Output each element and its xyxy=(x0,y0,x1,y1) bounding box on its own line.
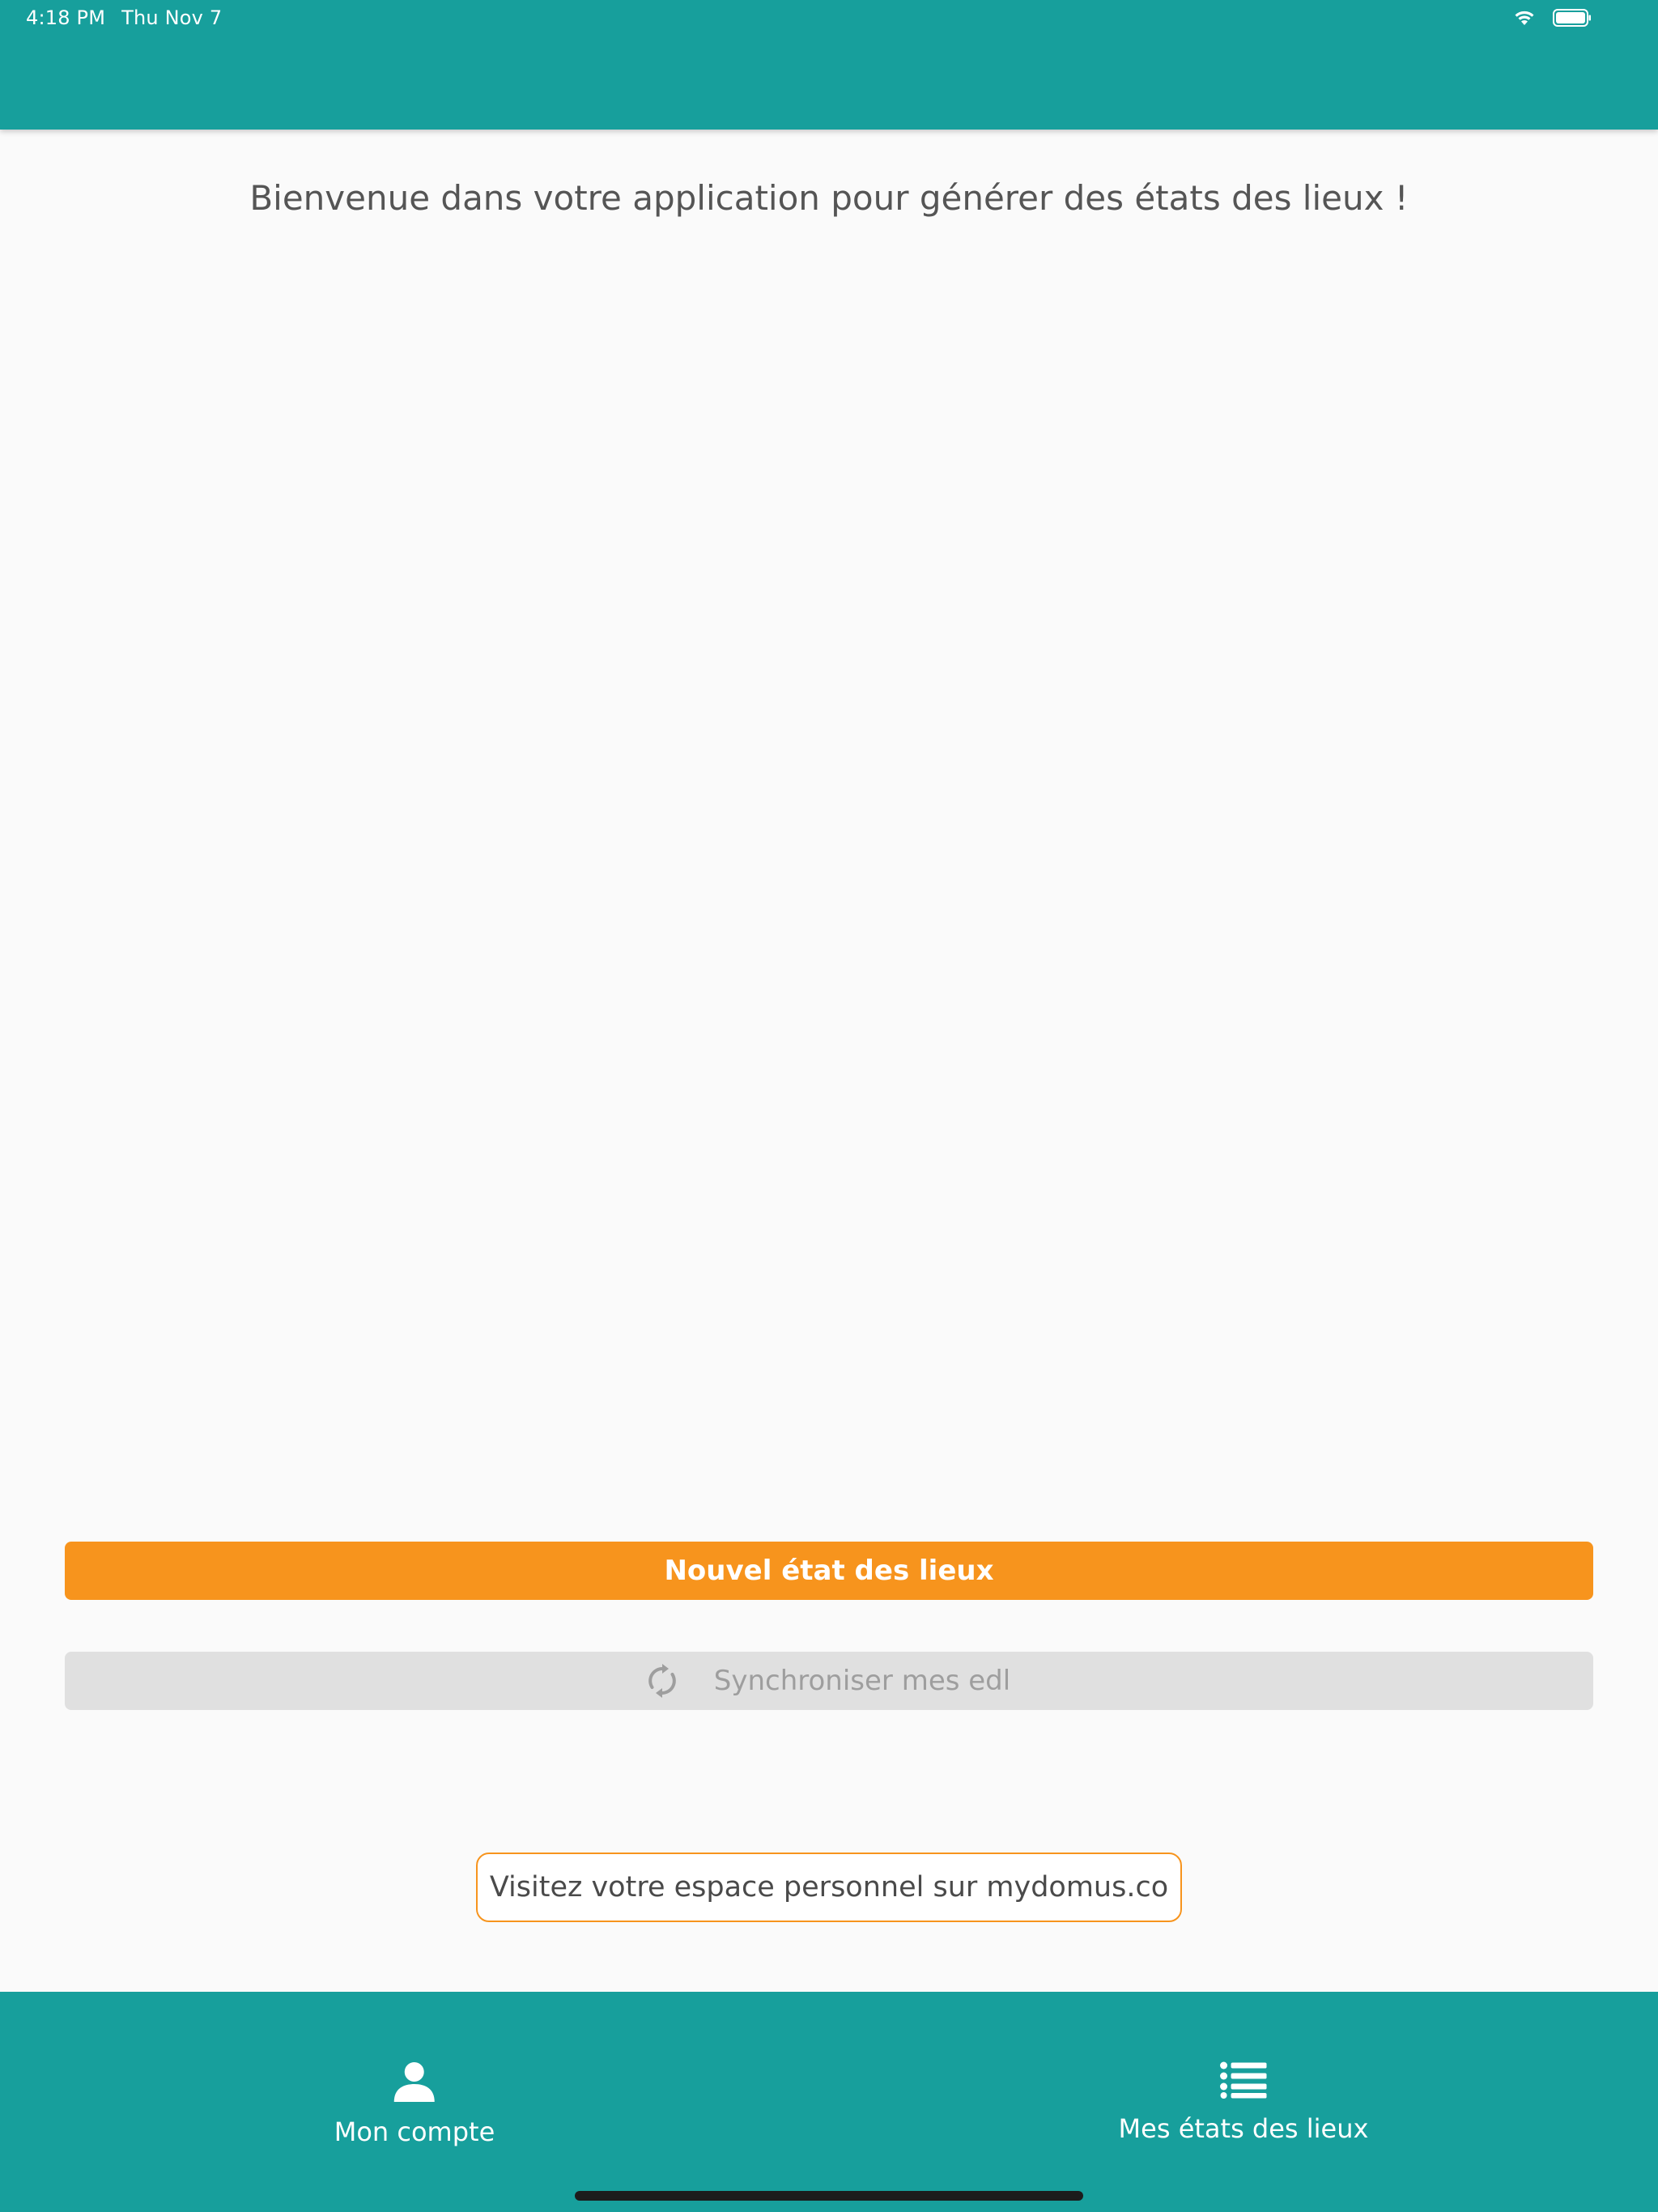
status-time: 4:18 PM xyxy=(26,6,106,29)
new-inspection-button[interactable]: Nouvel état des lieux xyxy=(65,1542,1593,1600)
nav-label-inspections: Mes états des lieux xyxy=(1118,2113,1369,2144)
status-bar-clock: 4:18 PM Thu Nov 7 xyxy=(26,6,222,29)
nav-item-account[interactable]: Mon compte xyxy=(334,2061,495,2147)
nav-label-account: Mon compte xyxy=(334,2116,495,2147)
wifi-icon xyxy=(1512,9,1537,27)
list-icon xyxy=(1220,2061,1267,2105)
nav-item-inspections[interactable]: Mes états des lieux xyxy=(1118,2061,1369,2144)
battery-icon xyxy=(1553,8,1592,28)
home-indicator[interactable] xyxy=(575,2191,1083,2201)
sync-button[interactable]: Synchroniser mes edl xyxy=(65,1652,1593,1710)
bottom-navigation: Mon compte Mes états des lieux xyxy=(0,1992,1658,2212)
app-screen: 4:18 PM Thu Nov 7 Bienvenue dans votre ap… xyxy=(0,0,1658,2212)
status-indicators xyxy=(1512,8,1592,28)
welcome-text: Bienvenue dans votre application pour gé… xyxy=(249,178,1409,218)
status-date: Thu Nov 7 xyxy=(121,6,223,29)
sync-icon xyxy=(648,1664,677,1698)
sync-button-label: Synchroniser mes edl xyxy=(713,1665,1011,1697)
app-bar: 4:18 PM Thu Nov 7 xyxy=(0,0,1658,130)
person-icon xyxy=(393,2061,436,2108)
visit-website-button[interactable]: Visitez votre espace personnel sur mydom… xyxy=(476,1853,1182,1922)
